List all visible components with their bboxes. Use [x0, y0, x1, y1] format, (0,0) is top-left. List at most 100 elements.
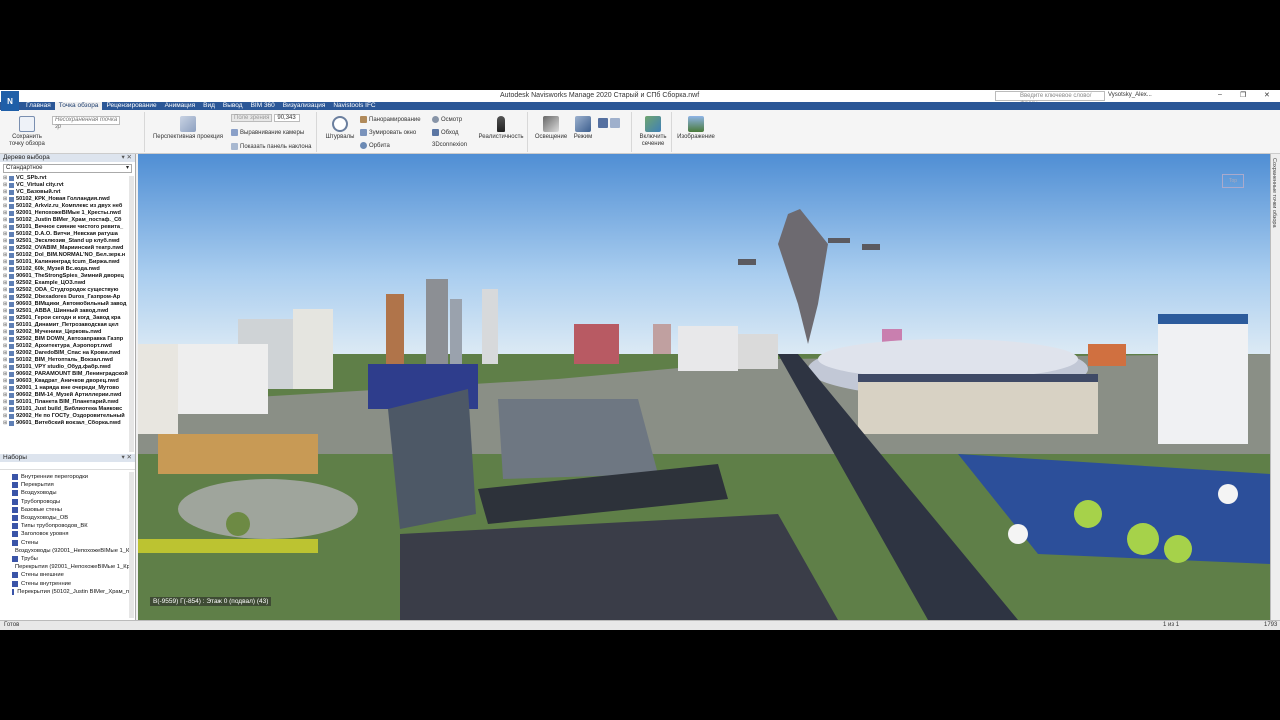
tree-item[interactable]: ⊞ 50102_60k_Музей Вс.кода.nwd	[0, 266, 129, 273]
tree-item[interactable]: ⊞ 90602_BIM-14_Музей Артиллерии.nwd	[0, 392, 129, 399]
tree-item[interactable]: ⊞ 50101_Just build_Библиотека Маяковс	[0, 406, 129, 413]
tree-item[interactable]: ⊞ VC_Базовый.rvt	[0, 189, 129, 196]
tree-item[interactable]: ⊞ 92502_BIM DOWN_Автозаправка Газпр	[0, 336, 129, 343]
set-item[interactable]: Стены внутренние	[0, 579, 129, 587]
set-item[interactable]: Перекрытия (50102_Justin BIMer_Храм_п	[0, 588, 129, 596]
camera-field-value[interactable]: 90,343	[274, 114, 301, 122]
save-viewpoint-button[interactable]: Сохранить точку обзора	[6, 116, 48, 148]
set-item[interactable]: Трубопроводы	[0, 498, 129, 506]
tree-item-label: 92502_Dbexadores Duros_Газпром-Ар	[16, 294, 121, 300]
app-menu-icon[interactable]: N	[1, 91, 19, 111]
tree-item[interactable]: ⊞ 92501_Эксклюзив_Stand up клуб.nwd	[0, 238, 129, 245]
maximize-button[interactable]: ❐	[1240, 91, 1246, 99]
tab-output[interactable]: Вывод	[219, 102, 247, 110]
tree-item[interactable]: ⊞ 92001_НепохожеBIMые 1_Кресты.nwd	[0, 210, 129, 217]
tree-item[interactable]: ⊞ 90603_Квадрат_Аничков дворец.nwd	[0, 378, 129, 385]
image-button[interactable]: Изображение	[676, 116, 716, 141]
tree-item[interactable]: ⊞ 50102_КРК_Новая Голландия.nwd	[0, 196, 129, 203]
set-item[interactable]: Воздуховоды (92001_НепохожеBIMые 1_Кр	[0, 547, 129, 555]
show-tilt-button[interactable]: Показать панель наклона	[231, 143, 311, 150]
tree-item[interactable]: ⊞ 50102_BIM_Нетопталь_Вокзал.nwd	[0, 357, 129, 364]
3d-viewport[interactable]: В(-9559) Г(-854) : Этаж 0 (подвал) (43) …	[138, 154, 1270, 620]
render-style-toggles[interactable]	[598, 118, 620, 128]
set-item[interactable]: Заголовок уровня	[0, 530, 129, 538]
tree-item[interactable]: ⊞ 50102_D.A.O. Витчи_Невская ратуша	[0, 231, 129, 238]
minimize-button[interactable]: –	[1218, 91, 1222, 98]
set-item[interactable]: Воздуховоды	[0, 489, 129, 497]
tree-item[interactable]: ⊞ 50101_Калининград tcum_Биржа.nwd	[0, 259, 129, 266]
close-button[interactable]: ✕	[1264, 91, 1270, 99]
search-input[interactable]: Введите ключевое слово/фразу	[995, 91, 1105, 107]
sets-toolbar[interactable]	[0, 462, 135, 470]
tab-render[interactable]: Визуализация	[279, 102, 330, 110]
tree-item[interactable]: ⊞ 50102_Dol_BIM.NORMAL'NO_Бел.зерк.н	[0, 252, 129, 259]
set-item[interactable]: Перекрытия (92001_НепохожеBIMые 1_Кр	[0, 563, 129, 571]
tree-item[interactable]: ⊞ 50101_VPY studio_Обуд.фабр.nwd	[0, 364, 129, 371]
zoom-window-button[interactable]: Зумировать окно	[360, 129, 416, 136]
tree-item[interactable]: ⊞ 92502_ODA_Студгородок существую	[0, 287, 129, 294]
tab-bim360[interactable]: BIM 360	[247, 102, 279, 110]
sets-scrollbar[interactable]	[129, 472, 134, 618]
mode-button[interactable]: Режим	[570, 116, 596, 141]
sectioning-button[interactable]: Включить сечение	[636, 116, 670, 148]
connexion-button[interactable]: 3Dconnexion	[432, 142, 467, 148]
set-item[interactable]: Перекрытия	[0, 481, 129, 489]
tree-view-dropdown[interactable]: Стандартное	[3, 164, 132, 173]
tab-viewpoint[interactable]: Точка обзора	[54, 102, 103, 110]
steering-wheels-button[interactable]: Штурвалы	[324, 116, 356, 141]
tree-item-label: 50101_VPY studio_Обуд.фабр.nwd	[16, 364, 111, 370]
tree-item[interactable]: ⊞ 92501_Герои сегодн и когд_Завод кра	[0, 315, 129, 322]
set-icon	[12, 474, 18, 481]
tree-item[interactable]: ⊞ VC_SPb.rvt	[0, 175, 129, 182]
orbit-button[interactable]: Орбита	[360, 142, 390, 149]
tree-item[interactable]: ⊞ 50101_Вечное сияние чистого ревита_	[0, 224, 129, 231]
panel-controls-icon[interactable]: ▾ ✕	[121, 154, 132, 162]
tree-item[interactable]: ⊞ 50102_Justin BIMer_Храм_постаф._Сб	[0, 217, 129, 224]
tree-scrollbar[interactable]	[129, 176, 134, 452]
viewpoint-field[interactable]: Несохраненная точка зр	[52, 116, 120, 130]
tree-item[interactable]: ⊞ 92501_ABBA_Шинный завод.nwd	[0, 308, 129, 315]
tree-item[interactable]: ⊞ 90601_Витебский вокзал_Сборка.nwd	[0, 420, 129, 427]
tree-item[interactable]: ⊞ 92502_Example_ЦОЗ.nwd	[0, 280, 129, 287]
tree-item[interactable]: ⊞ 90601_TheStrongSpies_Зимний дворец	[0, 273, 129, 280]
tree-item[interactable]: ⊞ 90602_PARAMOUNT BIM_Ленинградской	[0, 371, 129, 378]
tab-review[interactable]: Рецензирование	[102, 102, 160, 110]
tree-item[interactable]: ⊞ 50101_Динамит_Петрозаводская цел	[0, 322, 129, 329]
realism-button[interactable]: Реалистичность	[476, 116, 526, 141]
tree-item[interactable]: ⊞ 92002_Мученики_Церковь.nwd	[0, 329, 129, 336]
tree-item-label: 50102_D.A.O. Витчи_Невская ратуша	[16, 231, 118, 237]
tree-item[interactable]: ⊞ 50102_Архитектура_Аэропорт.nwd	[0, 343, 129, 350]
tree-item[interactable]: ⊞ VC_Virtual city.rvt	[0, 182, 129, 189]
set-item[interactable]: Внутренние перегородки	[0, 473, 129, 481]
tree-item[interactable]: ⊞ 92001_1 наряда вне очереди_Мутово	[0, 385, 129, 392]
pan-button[interactable]: Панорамирование	[360, 116, 421, 123]
tab-home[interactable]: Главная	[22, 102, 55, 110]
tree-item[interactable]: ⊞ 92502_OVABIM_Мариинский театр.nwd	[0, 245, 129, 252]
set-item[interactable]: Трубы	[0, 555, 129, 563]
set-item[interactable]: Стены внешние	[0, 571, 129, 579]
tab-animation[interactable]: Анимация	[161, 102, 200, 110]
tree-item[interactable]: ⊞ 50102_Arkviz.ru_Комплекс из двух неб	[0, 203, 129, 210]
align-camera-button[interactable]: Выравнивание камеры	[231, 129, 304, 136]
set-item[interactable]: Стены	[0, 539, 129, 547]
tree-item[interactable]: ⊞ 50101_Планета BIM_Планетарий.nwd	[0, 399, 129, 406]
saved-viewpoints-tab[interactable]: Сохраненные точки обзора	[1270, 154, 1280, 620]
walk-button[interactable]: Обход	[432, 129, 459, 136]
set-item[interactable]: Типы трубопроводов_ВК	[0, 522, 129, 530]
look-around-button[interactable]: Осмотр	[432, 116, 462, 123]
set-item[interactable]: Базовые стены	[0, 506, 129, 514]
sets-controls-icon[interactable]: ▾ ✕	[121, 454, 132, 462]
user-account[interactable]: Vysotsky_Alex...	[1108, 92, 1152, 98]
tab-view[interactable]: Вид	[199, 102, 219, 110]
tab-navistools[interactable]: Navistools IFC	[329, 102, 379, 110]
tree-item-label: 92002_DaredoBIM_Спас на Крови.nwd	[16, 350, 121, 356]
set-item[interactable]: Воздуховоды_ОВ	[0, 514, 129, 522]
tree-item[interactable]: ⊞ 92502_Dbexadores Duros_Газпром-Ар	[0, 294, 129, 301]
perspective-button[interactable]: Перспективная проекция	[151, 116, 225, 141]
view-cube[interactable]: Top	[1222, 174, 1244, 188]
lighting-button[interactable]: Освещение	[534, 116, 568, 141]
realism-label: Реалистичность	[478, 134, 524, 140]
tree-item[interactable]: ⊞ 92002_DaredoBIM_Спас на Крови.nwd	[0, 350, 129, 357]
tree-item[interactable]: ⊞ 90603_BIMщики_Автомобильный завод	[0, 301, 129, 308]
tree-item[interactable]: ⊞ 92002_Не по ГОСТу_Оздоровительный	[0, 413, 129, 420]
